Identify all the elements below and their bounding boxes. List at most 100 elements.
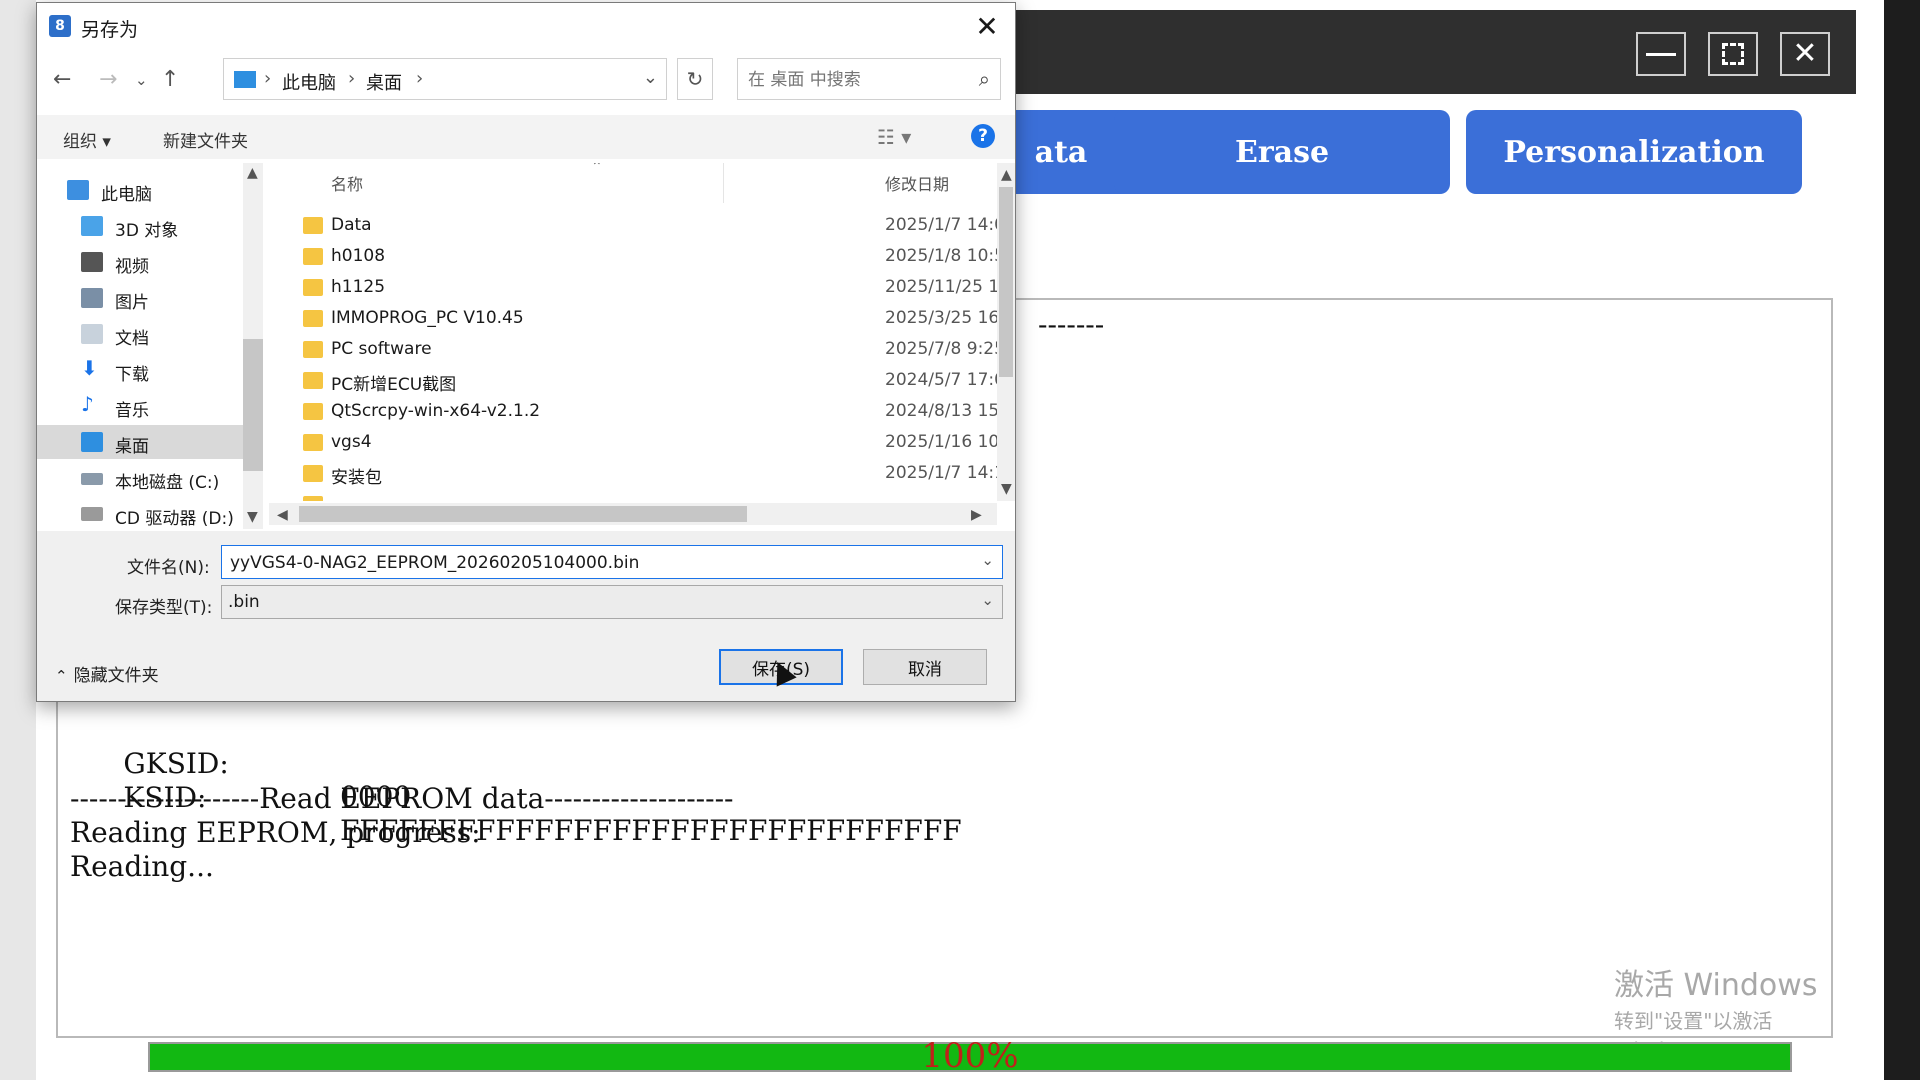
close-app-button[interactable]: ✕ xyxy=(1780,32,1830,76)
log-progress-line: Reading EEPROM, progress: xyxy=(70,816,481,849)
up-arrow-icon[interactable]: ↑ xyxy=(161,67,179,92)
file-name: h1125 xyxy=(331,277,386,297)
filename-input[interactable] xyxy=(228,549,972,577)
file-row[interactable]: PC software 2025/7/8 9:25 xyxy=(269,335,997,366)
file-row[interactable]: h1125 2025/11/25 16:30 xyxy=(269,273,997,304)
organize-menu[interactable]: 组织 ▾ xyxy=(63,127,111,152)
refresh-button[interactable]: ↻ xyxy=(677,58,713,100)
file-row[interactable]: 安装包 2025/1/7 14:16 xyxy=(269,459,997,490)
folder-icon xyxy=(303,310,323,327)
file-list-vertical-thumb[interactable] xyxy=(999,187,1013,377)
folder-icon xyxy=(303,465,323,482)
file-date: 2025/1/7 14:16 xyxy=(885,463,997,483)
scroll-up-icon[interactable]: ▲ xyxy=(247,165,258,181)
file-date: 2025/1/16 10:22 xyxy=(885,432,997,452)
filetype-label: 保存类型(T): xyxy=(115,598,213,618)
breadcrumb-chevron-icon: › xyxy=(416,68,424,89)
nav-item-3d-objects[interactable]: 3D 对象 xyxy=(37,209,243,243)
nav-item-cd-drive-d[interactable]: CD 驱动器 (D:) xyxy=(37,497,243,531)
column-header-date[interactable]: 修改日期 xyxy=(885,171,949,195)
scroll-left-icon[interactable]: ◀ xyxy=(277,507,288,523)
column-divider[interactable] xyxy=(723,163,724,203)
sort-caret-icon: ⌃ xyxy=(591,163,603,175)
file-date: 2025/1/8 10:55 xyxy=(885,246,997,266)
maximize-button[interactable] xyxy=(1708,32,1758,76)
file-list: ⌃ 名称 修改日期 Data 2025/1/7 14:09 h0108 2025… xyxy=(269,163,997,501)
folder-icon xyxy=(303,217,323,234)
file-row-partial[interactable] xyxy=(269,490,997,501)
dialog-footer: 文件名(N): ⌄ 保存类型(T): .bin ⌄ ⌃隐藏文件夹 保存(S) 取… xyxy=(37,531,1015,701)
scroll-down-icon[interactable]: ▼ xyxy=(247,509,258,525)
nav-item-this-pc[interactable]: 此电脑 xyxy=(37,173,243,207)
file-name: PC software xyxy=(331,339,432,359)
filetype-select[interactable]: .bin ⌄ xyxy=(221,585,1003,619)
file-row[interactable]: PC新增ECU截图 2024/5/7 17:00 xyxy=(269,366,997,397)
nav-item-videos[interactable]: 视频 xyxy=(37,245,243,279)
scroll-right-icon[interactable]: ▶ xyxy=(971,507,982,523)
view-options-icon[interactable]: ☷ ▾ xyxy=(877,125,911,149)
new-folder-button[interactable]: 新建文件夹 xyxy=(163,127,248,152)
file-name: IMMOPROG_PC V10.45 xyxy=(331,308,524,328)
nav-item-desktop[interactable]: 桌面 xyxy=(37,425,243,459)
file-row[interactable]: vgs4 2025/1/16 10:22 xyxy=(269,428,997,459)
nav-scrollbar-thumb[interactable] xyxy=(243,339,263,471)
tab-personalization[interactable]: Personalization xyxy=(1466,110,1802,194)
breadcrumb-chevron-icon: › xyxy=(264,68,272,89)
scroll-up-icon[interactable]: ▲ xyxy=(1001,167,1012,183)
file-date: 2024/8/13 15:27 xyxy=(885,401,997,421)
nav-item-local-disk-c[interactable]: 本地磁盘 (C:) xyxy=(37,461,243,495)
help-icon[interactable]: ? xyxy=(971,124,995,148)
file-list-horizontal-thumb[interactable] xyxy=(299,506,747,522)
address-bar[interactable]: › 此电脑 › 桌面 › ⌄ xyxy=(223,58,667,100)
nav-item-pictures[interactable]: 图片 xyxy=(37,281,243,315)
address-dropdown-icon[interactable]: ⌄ xyxy=(643,67,658,88)
filename-label: 文件名(N): xyxy=(127,558,210,578)
file-date: 2025/11/25 16:30 xyxy=(885,277,997,297)
folder-icon xyxy=(303,372,323,389)
file-row[interactable]: h0108 2025/1/8 10:55 xyxy=(269,242,997,273)
nav-item-label: 3D 对象 xyxy=(115,221,179,241)
progress-bar: 100% xyxy=(148,1036,1792,1076)
nav-item-downloads[interactable]: ⬇ 下载 xyxy=(37,353,243,387)
dialog-close-button[interactable]: ✕ xyxy=(969,9,1005,43)
nav-item-label: 图片 xyxy=(115,293,149,313)
navigation-row: ← → ⌄ ↑ › 此电脑 › 桌面 › ⌄ ↻ ⌕ xyxy=(37,55,1015,105)
log-section-header: --------------------Read EEPROM data----… xyxy=(70,782,734,815)
file-row[interactable]: QtScrcpy-win-x64-v2.1.2 2024/8/13 15:27 xyxy=(269,397,997,428)
breadcrumb-desktop[interactable]: 桌面 xyxy=(366,69,402,95)
folder-icon xyxy=(303,434,323,451)
search-box[interactable]: ⌕ xyxy=(737,58,1001,100)
recent-locations-chevron-icon[interactable]: ⌄ xyxy=(135,71,148,89)
file-row[interactable]: Data 2025/1/7 14:09 xyxy=(269,211,997,242)
log-dash-fragment: ------- xyxy=(1038,308,1105,341)
dialog-titlebar: 8 另存为 ✕ xyxy=(37,3,1015,49)
search-icon: ⌕ xyxy=(978,67,990,91)
close-icon: ✕ xyxy=(1792,36,1818,71)
file-row[interactable]: IMMOPROG_PC V10.45 2025/3/25 16:11 xyxy=(269,304,997,335)
minimize-button[interactable] xyxy=(1636,32,1686,76)
scroll-down-icon[interactable]: ▼ xyxy=(1001,481,1012,497)
tab-personalization-label: Personalization xyxy=(1503,134,1765,170)
hide-folders-toggle[interactable]: ⌃ 隐藏文件夹 xyxy=(55,661,159,686)
cancel-button[interactable]: 取消 xyxy=(863,649,987,685)
dialog-title: 另存为 xyxy=(81,19,139,41)
chevron-down-icon[interactable]: ⌄ xyxy=(981,551,994,569)
forward-arrow-icon[interactable]: → xyxy=(99,67,117,92)
computer-icon xyxy=(67,180,89,200)
folder-icon xyxy=(303,341,323,358)
minimize-icon xyxy=(1646,52,1676,56)
tab-erase[interactable]: Erase xyxy=(1114,110,1450,194)
breadcrumb-this-pc[interactable]: 此电脑 xyxy=(282,69,336,95)
tab-read-data-label: ata xyxy=(1034,134,1088,170)
nav-item-documents[interactable]: 文档 xyxy=(37,317,243,351)
filename-combo[interactable]: ⌄ xyxy=(221,545,1003,579)
chevron-down-icon[interactable]: ⌄ xyxy=(981,591,994,609)
back-arrow-icon[interactable]: ← xyxy=(53,67,71,92)
search-input[interactable] xyxy=(746,65,960,95)
column-header-name[interactable]: 名称 xyxy=(331,171,363,195)
breadcrumb-chevron-icon: › xyxy=(348,68,356,89)
computer-icon xyxy=(234,71,256,88)
nav-item-music[interactable]: ♪ 音乐 xyxy=(37,389,243,423)
nav-item-label: 文档 xyxy=(115,329,149,349)
folder-icon xyxy=(303,248,323,265)
